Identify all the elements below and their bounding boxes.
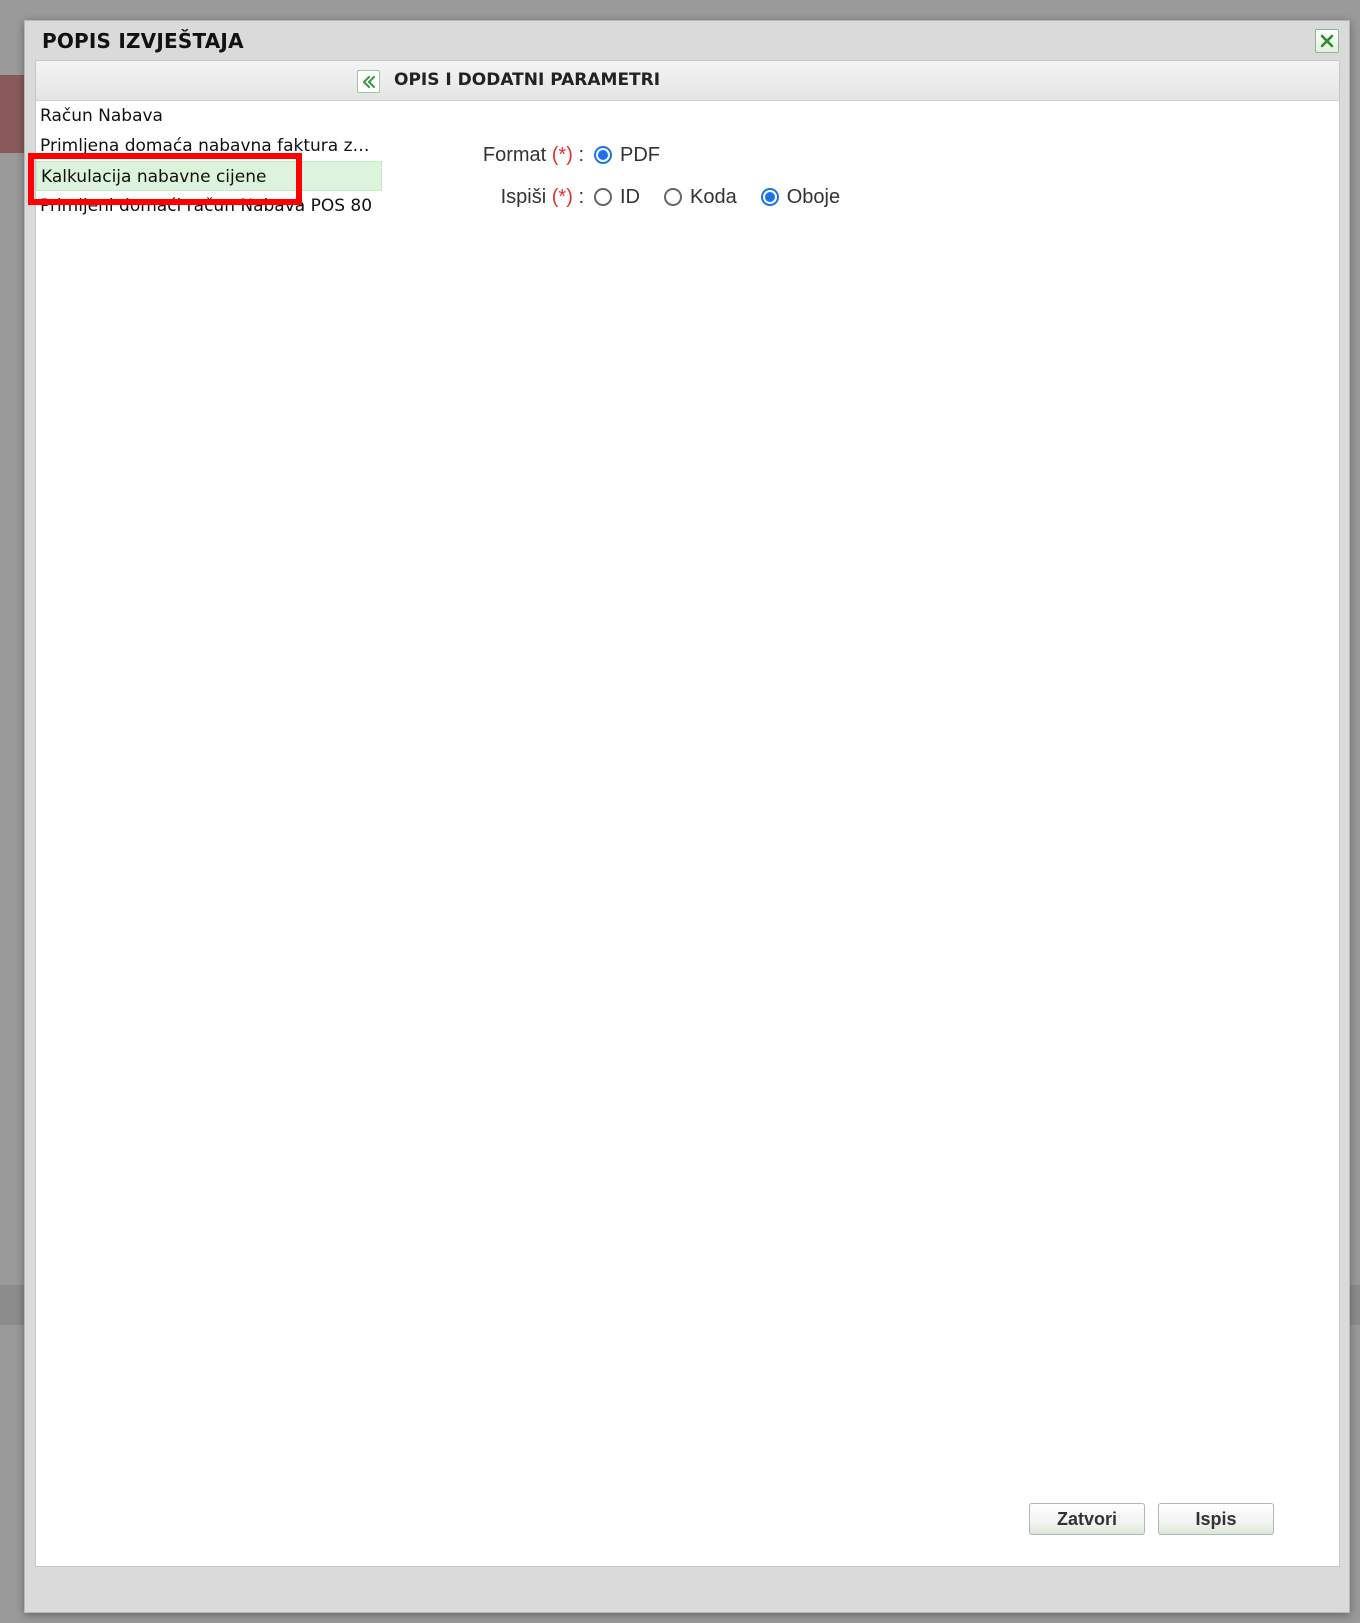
list-item[interactable]: Primljeni domaći račun Nabava POS 80: [36, 191, 382, 221]
radio-unchecked-icon[interactable]: [664, 188, 682, 206]
radio-label: Oboje: [786, 185, 841, 208]
label-separator: :: [578, 143, 584, 166]
close-icon[interactable]: [1315, 29, 1339, 53]
radio-checked-icon[interactable]: [760, 188, 779, 206]
radio-unchecked-icon[interactable]: [594, 188, 612, 206]
list-item-selected[interactable]: Kalkulacija nabavne cijene: [36, 161, 382, 191]
label-separator: :: [578, 185, 584, 208]
print-button[interactable]: Ispis: [1158, 1503, 1274, 1535]
radio-checked-icon[interactable]: [594, 146, 612, 164]
ispisi-label-group: Ispiši (*) :: [384, 186, 594, 209]
dialog-title: POPIS IZVJEŠTAJA: [42, 29, 244, 53]
parameters-header: OPIS I DODATNI PARAMETRI: [384, 61, 1339, 101]
format-row: Format (*) : PDF: [384, 140, 684, 170]
ispisi-oboje-radio[interactable]: Oboje: [760, 185, 841, 209]
report-list-header: [36, 61, 384, 101]
list-item[interactable]: Primljena domaća nabavna faktura za p...: [36, 131, 382, 161]
parameters-panel: OPIS I DODATNI PARAMETRI Format (*) : PD…: [384, 60, 1340, 1567]
required-mark: (*): [551, 143, 573, 166]
ispisi-id-radio[interactable]: ID: [594, 186, 640, 209]
ispisi-row: Ispiši (*) : ID Koda Oboje: [384, 182, 864, 212]
format-label: Format: [482, 143, 547, 166]
report-list-dialog: POPIS IZVJEŠTAJA Račun Nabava Primljena …: [24, 20, 1350, 1613]
close-button[interactable]: Zatvori: [1029, 1503, 1145, 1535]
report-list-panel: Račun Nabava Primljena domaća nabavna fa…: [35, 60, 385, 1567]
ispisi-label: Ispiši: [500, 185, 547, 208]
double-chevron-left-icon[interactable]: [357, 70, 380, 93]
radio-label: ID: [620, 185, 640, 208]
format-label-group: Format (*) :: [384, 144, 594, 167]
required-mark: (*): [551, 185, 573, 208]
report-list: Račun Nabava Primljena domaća nabavna fa…: [36, 101, 384, 221]
format-pdf-radio[interactable]: PDF: [594, 144, 660, 167]
list-item[interactable]: Račun Nabava: [36, 101, 382, 131]
background-app-accent: [0, 75, 26, 153]
radio-label: PDF: [620, 143, 660, 166]
radio-label: Koda: [690, 185, 737, 208]
ispisi-koda-radio[interactable]: Koda: [664, 186, 737, 209]
